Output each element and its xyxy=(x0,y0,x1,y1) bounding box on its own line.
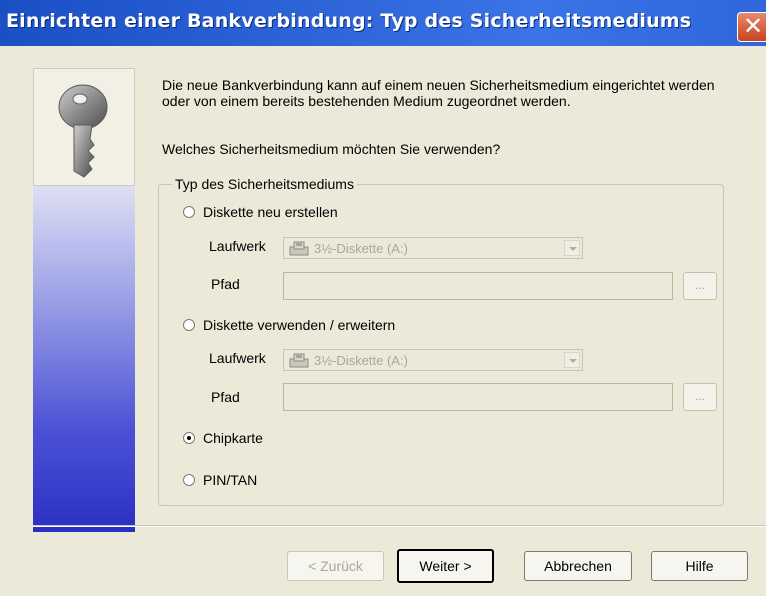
separator xyxy=(33,525,766,527)
question-text: Welches Sicherheitsmedium möchten Sie ve… xyxy=(162,141,501,157)
floppy-drive-icon xyxy=(289,353,309,368)
radio-indicator[interactable] xyxy=(183,474,195,486)
cancel-button[interactable]: Abbrechen xyxy=(524,551,632,581)
window-title: Einrichten einer Bankverbindung: Typ des… xyxy=(6,10,692,32)
drive-select-value: 3½-Diskette (A:) xyxy=(314,353,408,368)
radio-diskette-use[interactable]: Diskette verwenden / erweitern xyxy=(183,317,395,333)
next-button[interactable]: Weiter > xyxy=(397,549,494,583)
help-button[interactable]: Hilfe xyxy=(651,551,748,581)
drive-select-value: 3½-Diskette (A:) xyxy=(314,241,408,256)
group-legend: Typ des Sicherheitsmediums xyxy=(172,176,357,192)
radio-label: Diskette neu erstellen xyxy=(203,204,338,220)
radio-label: Diskette verwenden / erweitern xyxy=(203,317,396,333)
drive-select-1[interactable]: 3½-Diskette (A:) xyxy=(283,237,583,259)
close-button[interactable]: ✕ xyxy=(737,12,766,42)
drive-label-1: Laufwerk xyxy=(209,238,266,254)
radio-diskette-new[interactable]: Diskette neu erstellen xyxy=(183,204,338,220)
radio-label: Chipkarte xyxy=(203,430,263,446)
path-label-1: Pfad xyxy=(211,276,240,292)
key-icon xyxy=(58,84,108,178)
radio-indicator[interactable] xyxy=(183,432,195,444)
radio-indicator[interactable] xyxy=(183,206,195,218)
drive-label-2: Laufwerk xyxy=(209,350,266,366)
intro-text: Die neue Bankverbindung kann auf einem n… xyxy=(162,77,722,109)
security-medium-group xyxy=(158,184,724,506)
browse-button-1[interactable]: ... xyxy=(683,272,717,300)
radio-indicator[interactable] xyxy=(183,319,195,331)
path-input-2[interactable] xyxy=(283,383,673,411)
path-label-2: Pfad xyxy=(211,389,240,405)
chevron-down-icon[interactable] xyxy=(564,240,580,256)
drive-select-2[interactable]: 3½-Diskette (A:) xyxy=(283,349,583,371)
radio-label: PIN/TAN xyxy=(203,472,258,488)
browse-button-2[interactable]: ... xyxy=(683,383,717,411)
chevron-down-icon[interactable] xyxy=(564,352,580,368)
radio-pin-tan[interactable]: PIN/TAN xyxy=(183,472,257,488)
floppy-drive-icon xyxy=(289,241,309,256)
radio-chipkarte[interactable]: Chipkarte xyxy=(183,430,263,446)
wizard-image xyxy=(33,68,135,186)
back-button[interactable]: < Zurück xyxy=(287,551,384,581)
intro-paragraph: Die neue Bankverbindung kann auf einem n… xyxy=(162,77,715,109)
title-bar[interactable]: Einrichten einer Bankverbindung: Typ des… xyxy=(0,0,766,46)
path-input-1[interactable] xyxy=(283,272,673,300)
